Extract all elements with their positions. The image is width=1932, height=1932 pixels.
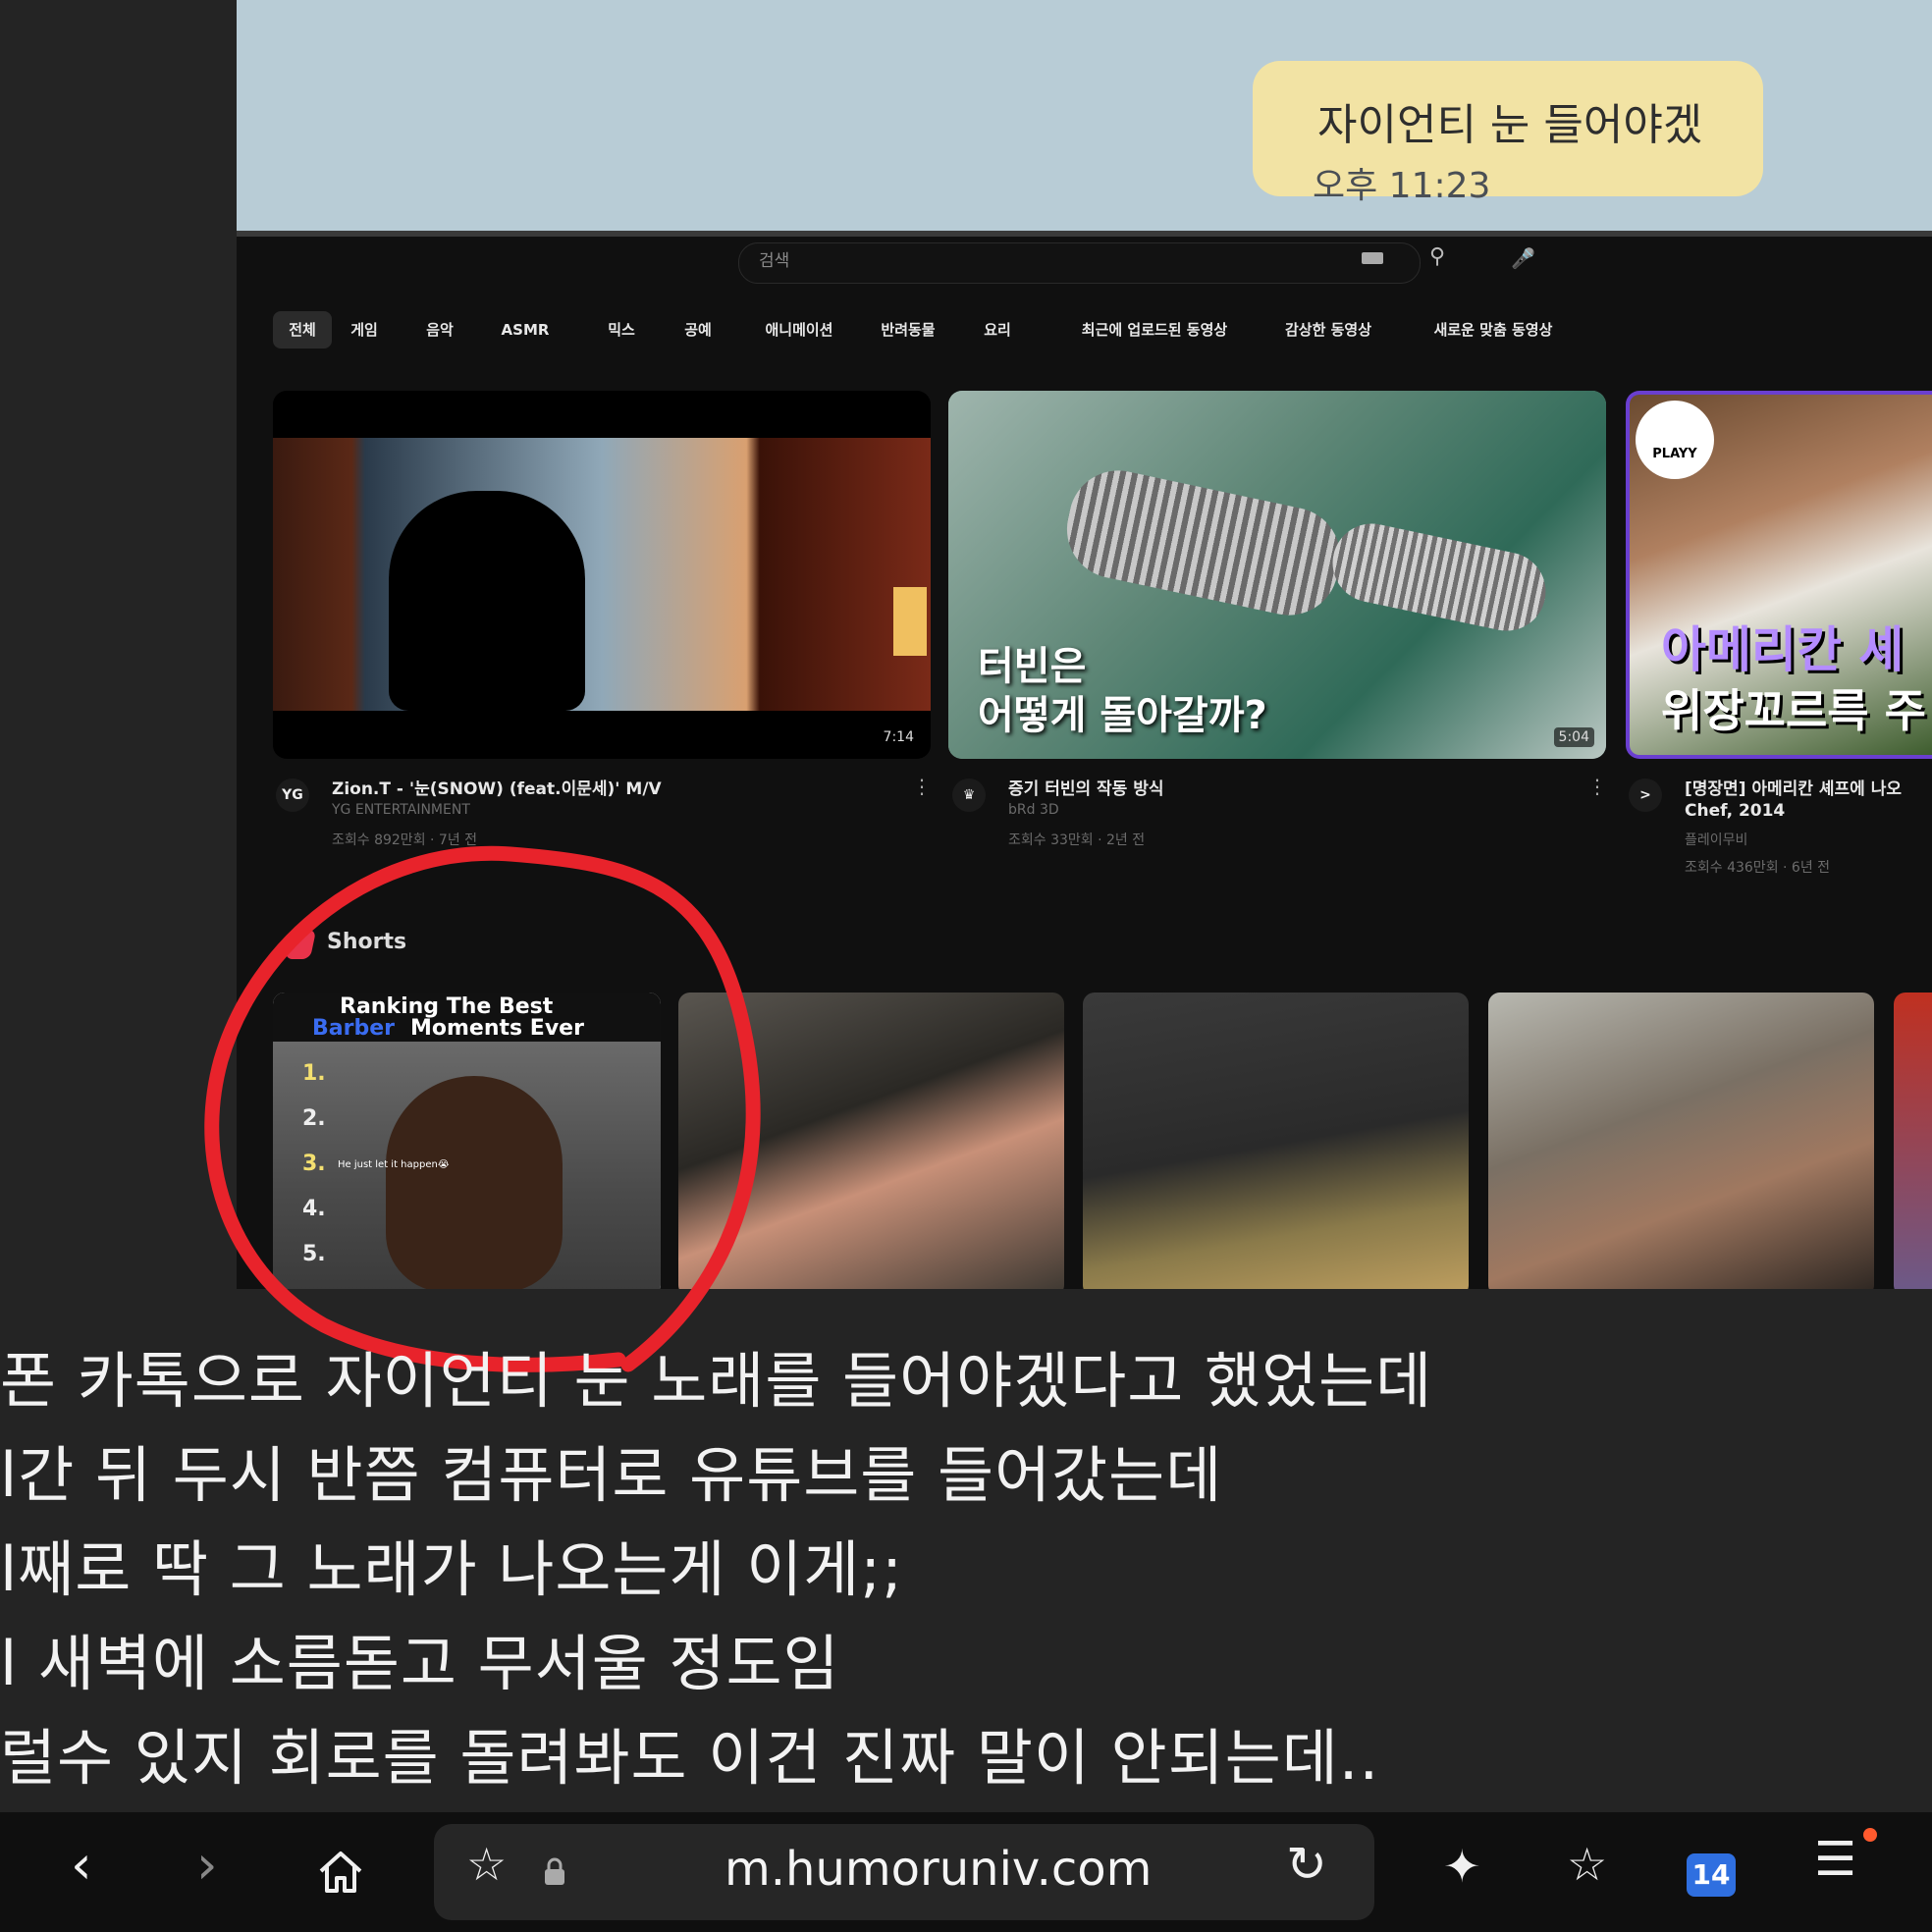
notification-dot (1863, 1828, 1877, 1842)
forward-icon[interactable]: › (196, 1834, 218, 1896)
menu-icon[interactable]: ☰ (1814, 1832, 1856, 1887)
post-line-1: 폰 카톡으로 자이언티 눈 노래를 들어야겠다고 했었는데 (0, 1345, 1433, 1417)
post-line-2: l간 뒤 두시 반쯤 컴퓨터로 유튜브를 들어갔는데 (0, 1439, 1223, 1511)
post-line-4: l 새벽에 소름돋고 무서울 정도임 (0, 1628, 840, 1699)
favorites-icon[interactable]: ☆ (1567, 1838, 1607, 1891)
bookmark-star-icon[interactable]: ☆ (466, 1838, 507, 1891)
back-icon[interactable]: ‹ (71, 1834, 92, 1896)
tab-count-badge[interactable]: 14 (1687, 1853, 1736, 1897)
post-line-5: 럴수 있지 회로를 돌려봐도 이건 진짜 말이 안되는데.. (0, 1722, 1380, 1794)
lock-icon (545, 1857, 564, 1885)
home-icon[interactable] (316, 1848, 365, 1897)
url-text[interactable]: m.humoruniv.com (724, 1842, 1152, 1897)
ai-sparkle-icon[interactable]: ✦ (1443, 1840, 1481, 1893)
post-line-3: l째로 딱 그 노래가 나오는게 이게;; (0, 1533, 904, 1605)
reload-icon[interactable]: ↻ (1286, 1836, 1327, 1893)
